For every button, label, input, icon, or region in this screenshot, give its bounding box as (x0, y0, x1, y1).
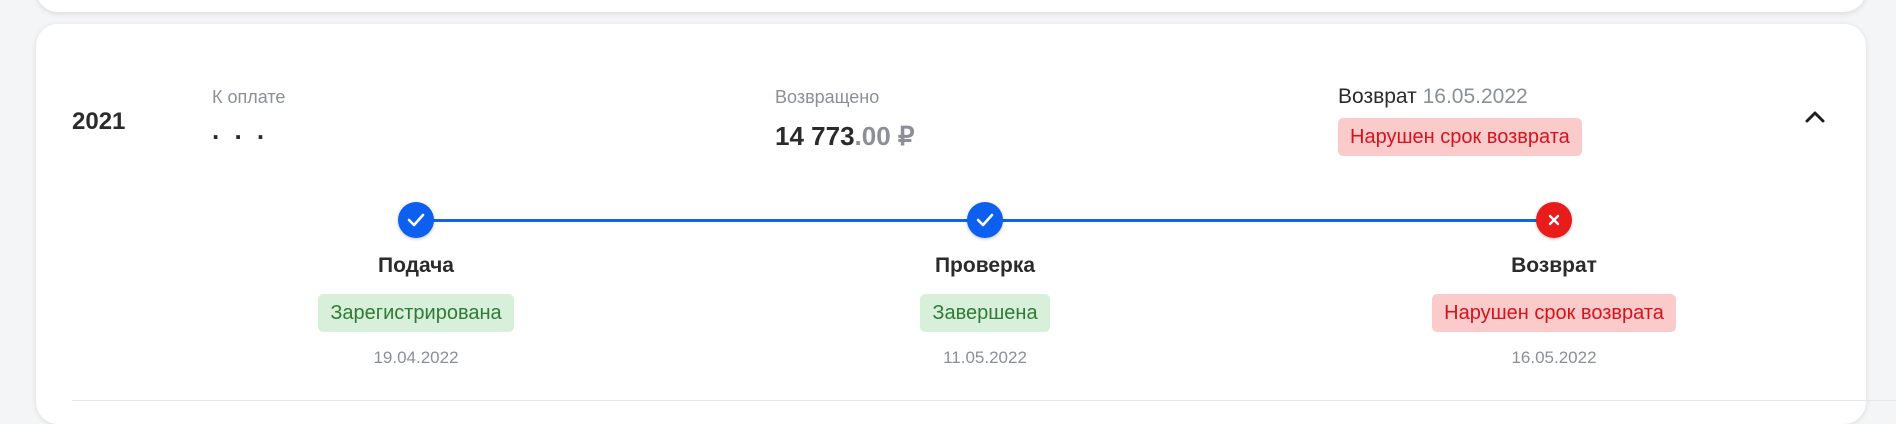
refund-date: 16.05.2022 (1422, 85, 1528, 108)
to-pay-label: К оплате (212, 87, 286, 107)
step-status-badge: Зарегистрирована (318, 294, 514, 332)
refund-status-badge: Нарушен срок возврата (1338, 118, 1582, 156)
step-title: Проверка (934, 254, 1036, 277)
chevron-up-icon (1805, 111, 1825, 123)
currency-symbol: ₽ (897, 121, 915, 151)
close-icon (1548, 214, 1560, 226)
returned-amount: 14 773.00 ₽ (775, 121, 914, 152)
tax-refund-card: 2021 К оплате . . . Возвращено 14 773.00… (36, 24, 1896, 424)
step-status-badge: Нарушен срок возврата (1432, 294, 1676, 332)
step-status-badge: Завершена (920, 294, 1050, 332)
check-icon (407, 213, 425, 227)
divider (72, 400, 1896, 401)
refund-label: Возврат (1338, 85, 1417, 108)
step-date: 19.04.2022 (373, 348, 459, 367)
step-3-status-icon (1536, 202, 1572, 238)
returned-amount-decimal: .00 (854, 121, 891, 151)
previous-card (36, 0, 1866, 12)
step-2-status-icon (967, 202, 1003, 238)
check-icon (976, 213, 994, 227)
collapse-button[interactable] (1800, 102, 1830, 132)
record-year: 2021 (72, 108, 126, 135)
step-1-status-icon (398, 202, 434, 238)
step-date: 16.05.2022 (1511, 348, 1597, 367)
step-title: Подача (377, 254, 454, 277)
returned-label: Возвращено (775, 87, 880, 107)
refund-heading: Возврат 16.05.2022 (1338, 85, 1528, 109)
step-date: 11.05.2022 (943, 348, 1027, 367)
step-title: Возврат (1511, 254, 1597, 277)
returned-amount-main: 14 773 (775, 121, 855, 151)
to-pay-value: . . . (212, 115, 269, 145)
